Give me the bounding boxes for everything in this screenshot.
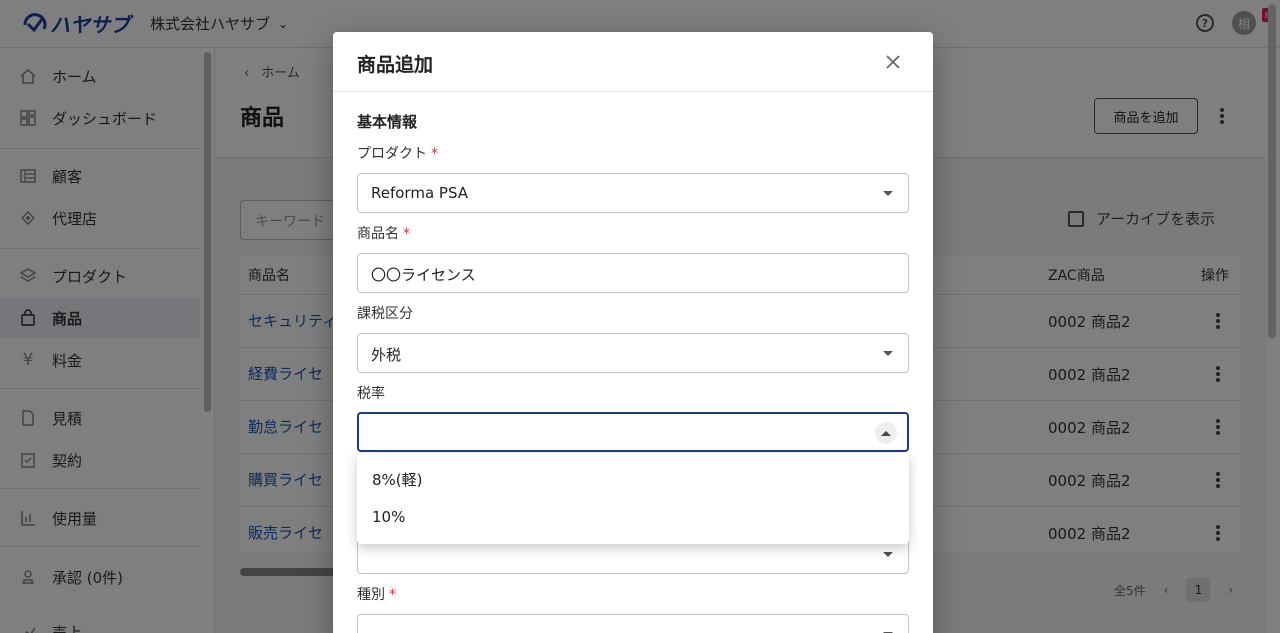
tax-rate-options-menu: 8%(軽) 10% <box>357 453 909 544</box>
required-mark: * <box>403 226 410 242</box>
item-name-label: 商品名 * <box>357 223 410 243</box>
dialog-title: 商品追加 <box>357 54 434 76</box>
dropdown-arrow-icon <box>883 552 893 557</box>
tax-rate-option[interactable]: 10% <box>357 498 909 536</box>
required-mark: * <box>431 146 438 162</box>
close-icon[interactable] <box>881 50 905 74</box>
tax-category-select[interactable]: 外税 <box>357 333 909 373</box>
kind-label-text: 種別 <box>357 587 385 603</box>
product-label: プロダクト * <box>357 143 438 163</box>
section-heading: 基本情報 <box>357 113 418 131</box>
kind-select[interactable] <box>357 614 909 633</box>
item-name-input-value: 〇〇ライセンス <box>371 266 476 284</box>
tax-rate-option[interactable]: 8%(軽) <box>357 460 909 498</box>
tax-category-value: 外税 <box>371 346 402 364</box>
product-label-text: プロダクト <box>357 146 427 162</box>
dialog-divider <box>333 91 933 92</box>
product-select-value: Reforma PSA <box>371 184 469 202</box>
required-mark: * <box>389 587 396 603</box>
dropdown-arrow-icon <box>883 351 893 356</box>
tax-rate-select[interactable] <box>357 412 909 452</box>
dropdown-arrow-icon <box>883 191 893 196</box>
dropdown-close-icon[interactable] <box>875 422 897 444</box>
item-name-label-text: 商品名 <box>357 226 399 242</box>
product-select[interactable]: Reforma PSA <box>357 173 909 213</box>
tax-category-label: 課税区分 <box>357 306 413 322</box>
tax-rate-label: 税率 <box>357 386 385 402</box>
kind-label: 種別 * <box>357 584 396 604</box>
item-name-input[interactable]: 〇〇ライセンス <box>357 253 909 293</box>
